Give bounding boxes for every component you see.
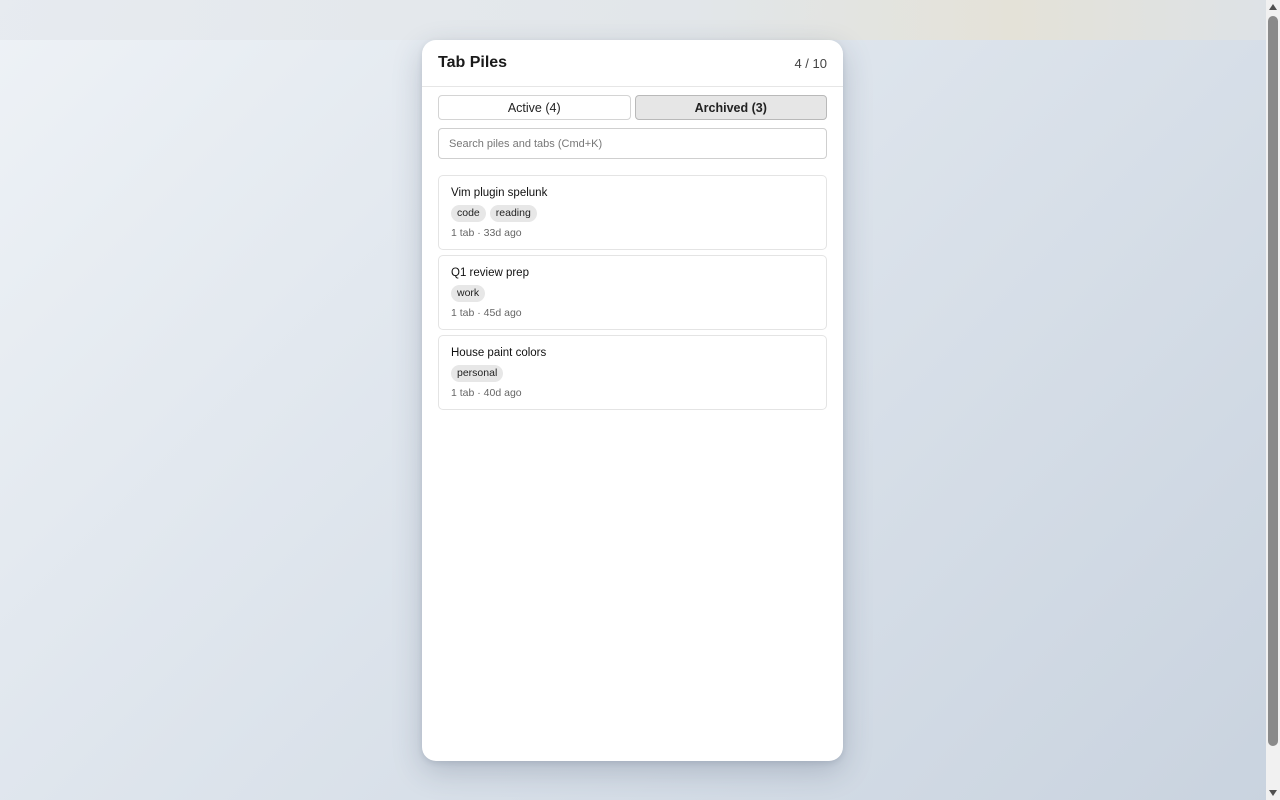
pile-name: Vim plugin spelunk — [451, 187, 548, 199]
pile-card[interactable]: Q1 review prep work 1 tab · 45d ago — [438, 255, 827, 330]
pile-name: Q1 review prep — [451, 267, 529, 279]
scroll-thumb[interactable] — [1268, 16, 1278, 746]
pile-list: Vim plugin spelunk code reading 1 tab · … — [422, 159, 843, 410]
page-scrollbar[interactable] — [1266, 0, 1280, 800]
pile-name: House paint colors — [451, 347, 547, 359]
tab-archived[interactable]: Archived (3) — [634, 95, 827, 120]
tab-piles-popup: Tab Piles 4 / 10 Active (4) Archived (3)… — [422, 40, 843, 761]
tag-chip: work — [451, 285, 486, 302]
tag-chip: code — [451, 205, 486, 222]
pile-card[interactable]: Vim plugin spelunk code reading 1 tab · … — [438, 175, 827, 250]
view-tabs: Active (4) Archived (3) — [422, 87, 843, 120]
scroll-down-arrow-icon[interactable] — [1269, 790, 1277, 796]
pile-meta: 1 tab · 45d ago — [451, 307, 522, 319]
page-title: Tab Piles — [438, 54, 508, 71]
pile-card[interactable]: House paint colors personal 1 tab · 40d … — [438, 335, 827, 410]
search-input[interactable] — [438, 128, 827, 159]
pile-tags: code reading — [451, 205, 814, 222]
pile-counter: 4 / 10 — [794, 55, 827, 71]
tab-active[interactable]: Active (4) — [438, 95, 631, 120]
pile-tags: personal — [451, 365, 814, 382]
page-top-band — [0, 0, 1266, 40]
pile-tags: work — [451, 285, 814, 302]
pile-meta: 1 tab · 33d ago — [451, 227, 522, 239]
search-container — [422, 120, 843, 159]
tag-chip: personal — [451, 365, 504, 382]
tag-chip: reading — [489, 205, 537, 222]
popup-header: Tab Piles 4 / 10 — [422, 40, 843, 87]
pile-meta: 1 tab · 40d ago — [451, 387, 522, 399]
scroll-up-arrow-icon[interactable] — [1269, 4, 1277, 10]
